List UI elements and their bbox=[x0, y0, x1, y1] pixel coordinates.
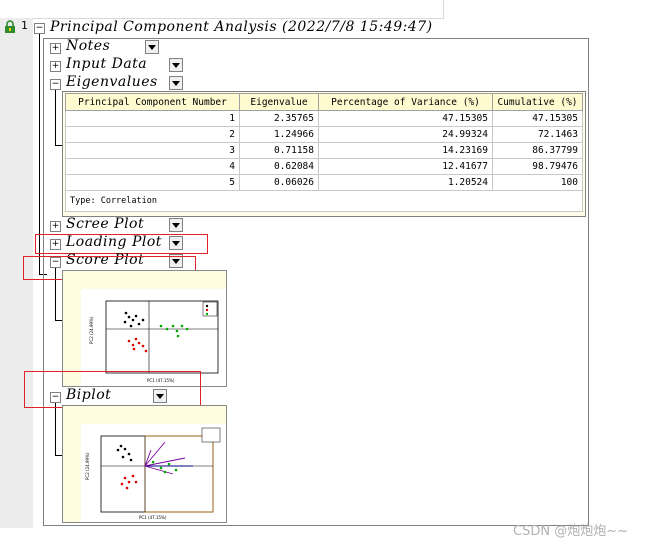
cell: 72.1463 bbox=[492, 126, 583, 143]
root-title: Principal Component Analysis (2022/7/8 1… bbox=[50, 19, 433, 35]
cell: 3 bbox=[65, 142, 240, 159]
node-notes[interactable]: Notes bbox=[66, 38, 110, 54]
biplot-graphic: PC2 (24.99%) PC1 (47.15%) bbox=[85, 427, 221, 520]
table-header-row: Principal Component Number Eigenvalue Pe… bbox=[65, 93, 583, 111]
row-index: 1 bbox=[21, 19, 28, 32]
cell: 12.41677 bbox=[318, 158, 493, 175]
cell: 1 bbox=[65, 110, 240, 127]
col-header: Eigenvalue bbox=[239, 93, 319, 111]
cell: 86.37799 bbox=[492, 142, 583, 159]
cell: 2.35765 bbox=[239, 110, 319, 127]
table-row: 3 0.71158 14.23169 86.37799 bbox=[65, 142, 583, 159]
collapse-toggle-eigenvalues[interactable]: − bbox=[50, 79, 61, 90]
cell: 47.15305 bbox=[318, 110, 493, 127]
highlight-box-biplot bbox=[24, 371, 201, 408]
cell: 0.71158 bbox=[239, 142, 319, 159]
cell: 0.06026 bbox=[239, 174, 319, 191]
cell: 100 bbox=[492, 174, 583, 191]
col-header: Principal Component Number bbox=[65, 93, 240, 111]
score-y-label: PC2 (24.99%) bbox=[89, 316, 94, 344]
eigenvalues-table: Principal Component Number Eigenvalue Pe… bbox=[65, 93, 583, 212]
node-scree-plot[interactable]: Scree Plot bbox=[66, 216, 144, 232]
input-data-dropdown[interactable] bbox=[169, 58, 183, 72]
cell: 0.62084 bbox=[239, 158, 319, 175]
collapse-toggle-root[interactable]: − bbox=[34, 23, 45, 34]
col-header: Cumulative (%) bbox=[492, 93, 583, 111]
table-row: 4 0.62084 12.41677 98.79476 bbox=[65, 158, 583, 175]
table-row: 5 0.06026 1.20524 100 bbox=[65, 174, 583, 191]
table-row: 2 1.24966 24.99324 72.1463 bbox=[65, 126, 583, 143]
expand-toggle-notes[interactable]: + bbox=[50, 43, 61, 54]
notes-dropdown[interactable] bbox=[145, 40, 159, 54]
cell: 2 bbox=[65, 126, 240, 143]
expand-toggle-scree-plot[interactable]: + bbox=[50, 221, 61, 232]
biplot-canvas: PC2 (24.99%) PC1 (47.15%) bbox=[81, 424, 226, 522]
table-footnote-row: Type: Correlation bbox=[65, 190, 583, 212]
expand-toggle-input-data[interactable]: + bbox=[50, 61, 61, 72]
table-row: 1 2.35765 47.15305 47.15305 bbox=[65, 110, 583, 127]
cell: 4 bbox=[65, 158, 240, 175]
biplot-thumbnail[interactable]: PC2 (24.99%) PC1 (47.15%) bbox=[62, 405, 227, 523]
node-eigenvalues[interactable]: Eigenvalues bbox=[66, 74, 158, 90]
col-header: Percentage of Variance (%) bbox=[318, 93, 493, 111]
biplot-x-label: PC1 (47.15%) bbox=[139, 515, 167, 520]
lock-icon[interactable] bbox=[3, 20, 17, 34]
cell: 24.99324 bbox=[318, 126, 493, 143]
cell: 1.20524 bbox=[318, 174, 493, 191]
node-input-data[interactable]: Input Data bbox=[66, 56, 147, 72]
highlight-box-loading-plot bbox=[35, 234, 208, 254]
top-bar bbox=[0, 0, 444, 19]
table-footnote: Type: Correlation bbox=[65, 190, 583, 212]
cell: 98.79476 bbox=[492, 158, 583, 175]
cell: 14.23169 bbox=[318, 142, 493, 159]
biplot-y-label: PC2 (24.99%) bbox=[85, 452, 90, 480]
eigenvalues-dropdown[interactable] bbox=[169, 76, 183, 90]
cell: 5 bbox=[65, 174, 240, 191]
score-plot-thumbnail[interactable]: PC2 (24.99%) PC1 (47.15%) bbox=[62, 270, 227, 387]
scree-plot-dropdown[interactable] bbox=[169, 218, 183, 232]
cell: 47.15305 bbox=[492, 110, 583, 127]
cell: 1.24966 bbox=[239, 126, 319, 143]
watermark: CSDN @炮炮炮~~ bbox=[513, 524, 628, 539]
